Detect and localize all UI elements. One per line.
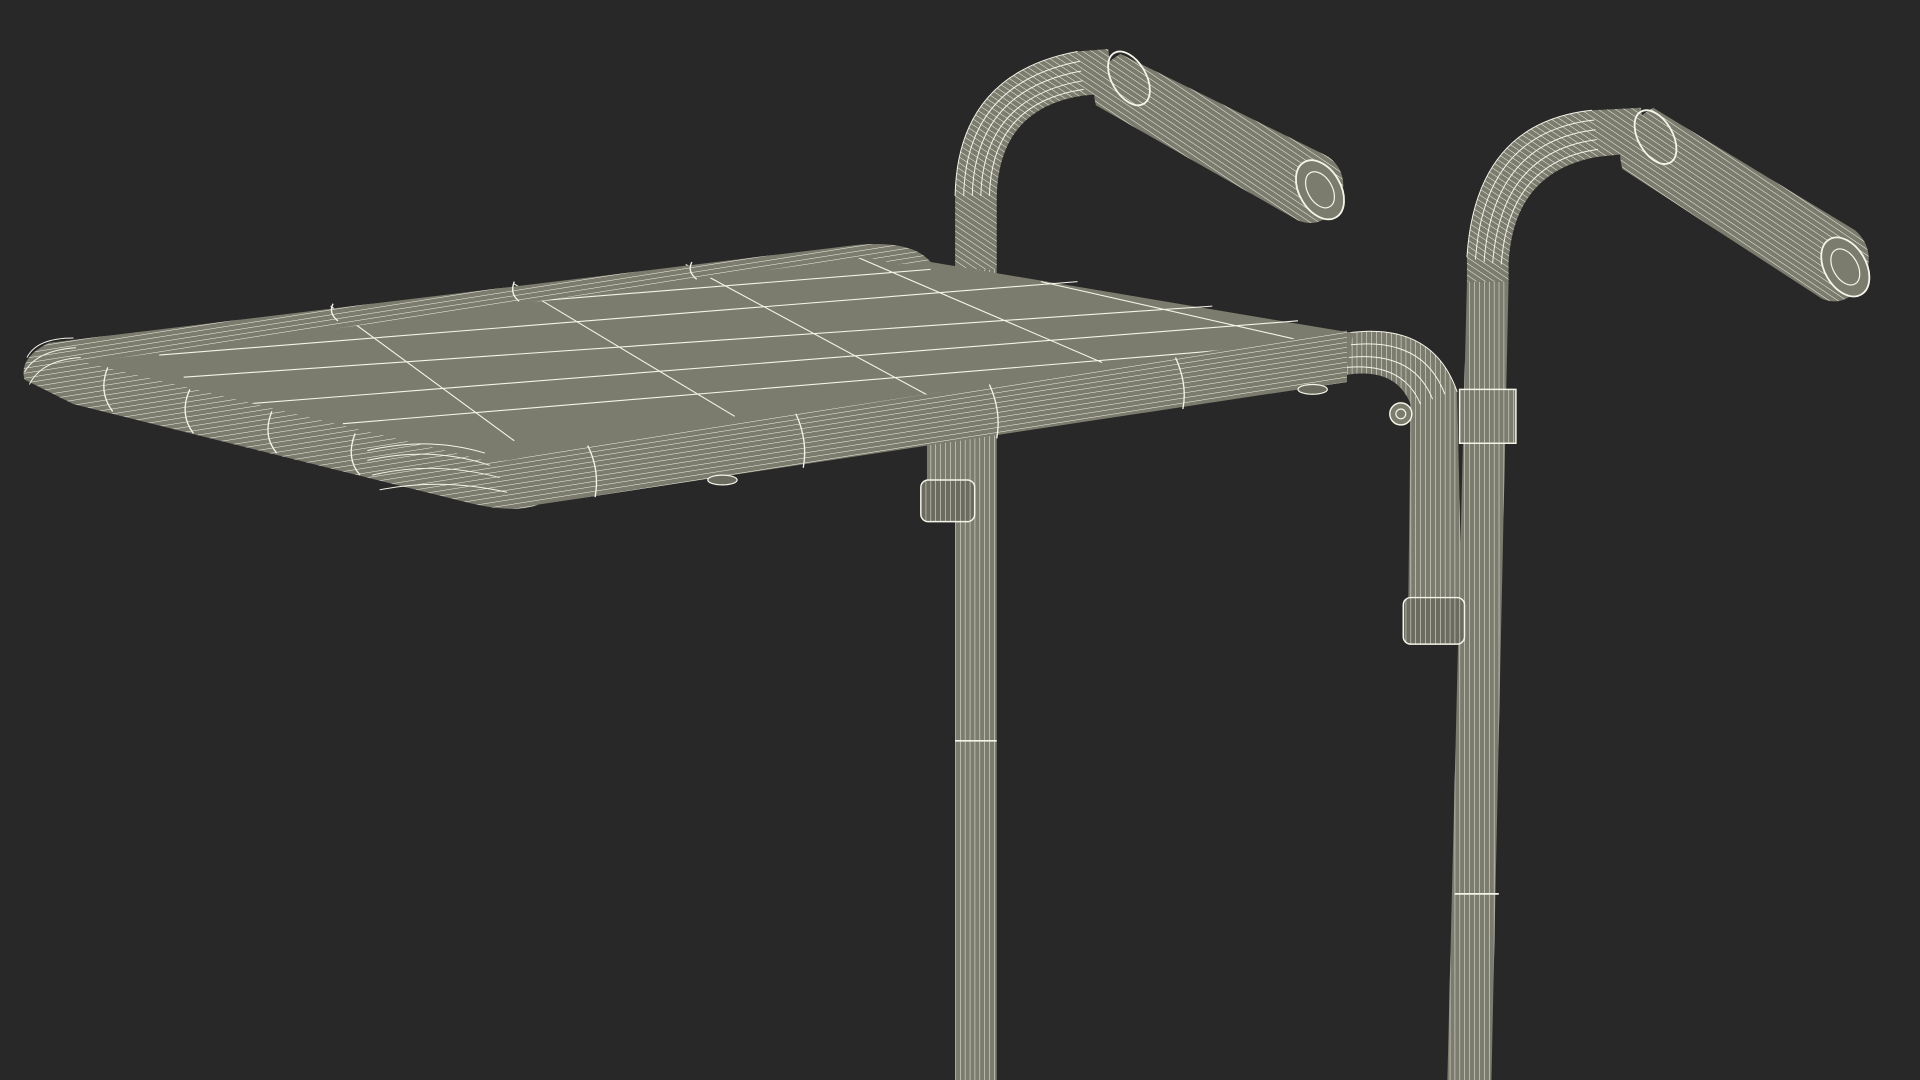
- tray-support-foot: [920, 438, 976, 523]
- wireframe-scene: [0, 0, 1920, 1080]
